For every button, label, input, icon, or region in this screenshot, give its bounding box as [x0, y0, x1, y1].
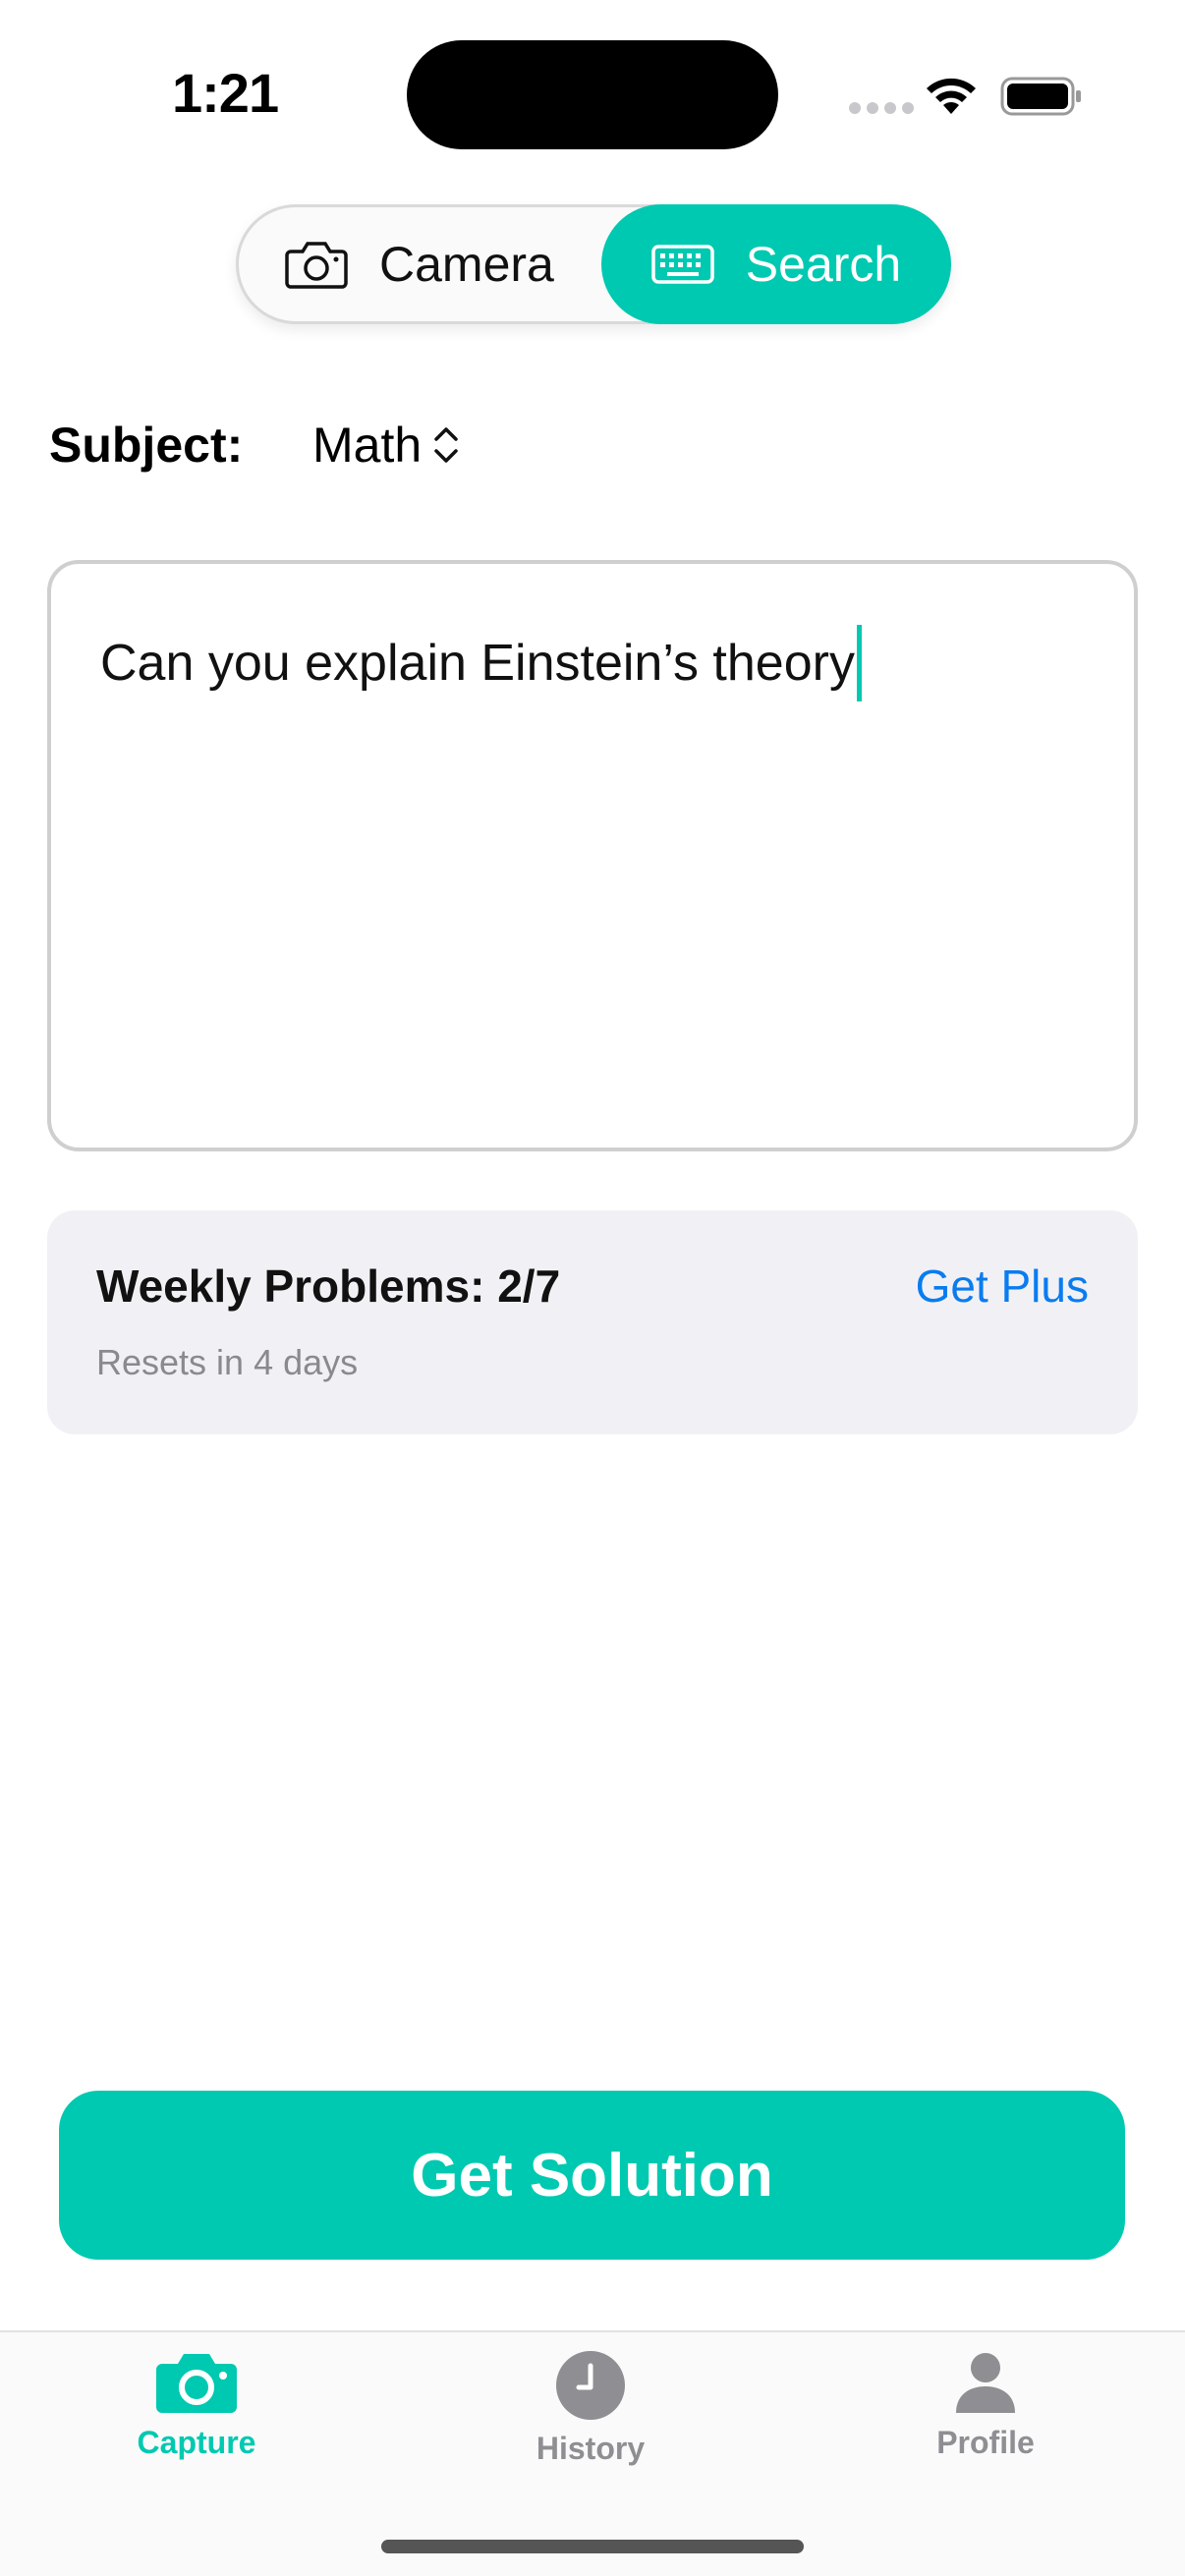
tab-history-label: History [536, 2431, 646, 2466]
tab-capture[interactable]: Capture [79, 2350, 314, 2461]
question-text: Can you explain Einstein’s theory [100, 635, 855, 692]
wifi-icon [927, 78, 976, 114]
clock-icon [556, 2351, 625, 2420]
chevron-up-down-icon [434, 427, 458, 463]
tab-profile[interactable]: Profile [868, 2350, 1103, 2461]
weekly-usage-card: Weekly Problems: 2/7 Resets in 4 days Ge… [47, 1210, 1138, 1434]
keyboard-icon [651, 245, 714, 284]
camera-icon [285, 242, 348, 289]
tab-profile-label: Profile [936, 2425, 1035, 2460]
subject-label: Subject: [49, 418, 244, 473]
get-solution-button[interactable]: Get Solution [59, 2091, 1125, 2260]
reset-countdown: Resets in 4 days [96, 1342, 359, 1382]
battery-icon [1000, 77, 1081, 116]
subject-value: Math [312, 418, 423, 473]
tab-history[interactable]: History [473, 2350, 708, 2467]
get-plus-link[interactable]: Get Plus [916, 1260, 1089, 1313]
home-indicator[interactable] [381, 2540, 804, 2553]
question-textarea[interactable]: Can you explain Einstein’s theory [47, 560, 1138, 1151]
dynamic-island [407, 40, 778, 149]
tab-capture-label: Capture [137, 2425, 256, 2460]
search-mode-label: Search [745, 237, 902, 292]
camera-icon [156, 2354, 237, 2413]
search-mode-button[interactable]: Search [601, 204, 951, 324]
camera-mode-label: Camera [379, 237, 554, 292]
cellular-signal-icon [849, 102, 914, 114]
subject-picker[interactable]: Math [312, 417, 461, 474]
question-text-row: Can you explain Einstein’s theory [100, 625, 862, 701]
weekly-problems-count: Weekly Problems: 2/7 [96, 1260, 561, 1312]
text-cursor [856, 625, 862, 701]
status-time: 1:21 [172, 62, 279, 124]
camera-mode-button[interactable]: Camera [285, 204, 554, 324]
person-icon [956, 2353, 1015, 2413]
